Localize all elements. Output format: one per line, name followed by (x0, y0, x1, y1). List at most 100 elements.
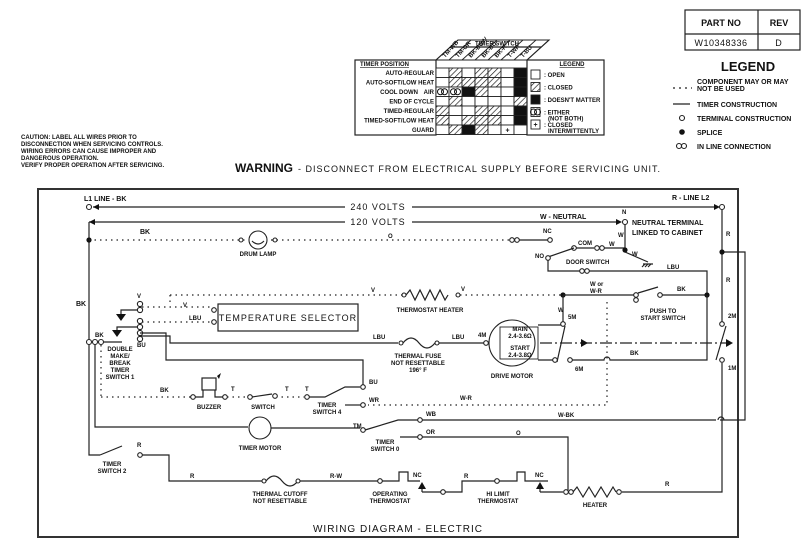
chart-legend-text-2: INTERMITTENTLY (548, 129, 599, 135)
caution-line: DISCONNECTION WHEN SERVICING CONTROLS. (21, 142, 163, 148)
bk-label: BK (95, 333, 104, 339)
cell-open (500, 115, 515, 126)
cell-open (435, 77, 450, 88)
thermal-cutoff-label: THERMAL CUTOFF (252, 492, 307, 498)
t-label: T (285, 387, 289, 393)
hi-limit-label: HI LIMIT (486, 492, 510, 498)
cell-open (461, 96, 476, 107)
push-to-start-label-2: START SWITCH (641, 316, 686, 322)
heater-icon (572, 485, 617, 499)
cell-closed (461, 115, 476, 126)
timer-switch-0 (364, 419, 418, 438)
caution-line: WIRING ERRORS CAN CAUSE IMPROPER AND (21, 149, 157, 155)
timer-switch-1-label-5: SWITCH 1 (106, 375, 135, 381)
cell-closed (474, 115, 489, 126)
timer-row-label: AUTO-SOFT/LOW HEAT (366, 81, 434, 87)
buzzer: BUZZER (190, 373, 228, 411)
chart-legend-title: LEGEND (559, 62, 585, 68)
cell-open (448, 105, 463, 116)
w-r-label: W-R (460, 396, 473, 402)
cell-closed (487, 77, 502, 88)
t-label: T (305, 387, 309, 393)
lbu-label: LBU (452, 335, 464, 341)
drum-lamp-icon (248, 230, 268, 250)
cell-dont_care (513, 67, 528, 78)
drum-lamp-label: DRUM LAMP (240, 252, 277, 258)
l1-label: L1 LINE - BK (84, 196, 126, 203)
cell-open (500, 77, 515, 88)
thermal-cutoff-label-2: NOT RESETTABLE (253, 499, 307, 505)
legend-item-inline: IN LINE CONNECTION (697, 144, 771, 151)
cell-dont_care (530, 94, 541, 105)
r-label: R (137, 443, 142, 449)
cell-closed (474, 86, 489, 97)
neutral-terminal (621, 218, 629, 226)
cell-open (500, 105, 515, 116)
cell-closed (530, 82, 541, 92)
w-label: W (609, 242, 615, 248)
nc-label: NC (535, 473, 544, 479)
timer-switch-0-label-2: SWITCH 0 (371, 447, 400, 453)
cell-open (500, 67, 515, 78)
w-label: W (558, 308, 564, 314)
timer-switch-0-label: TIMER (376, 440, 395, 446)
timer-switch-chart: TIMER POSITION TIMER SWITCH TM-WBTM-ORBK… (354, 36, 605, 136)
svg-text:+: + (505, 128, 509, 135)
w-bk-label: W-BK (558, 413, 575, 419)
cell-closed (474, 77, 489, 88)
bu-label: BU (137, 343, 146, 349)
wiring: L1 LINE - BK 240 VOLTS R - LINE L2 120 V… (76, 195, 746, 509)
cell-open (500, 96, 515, 107)
caution-line: CAUTION: LABEL ALL WIRES PRIOR TO (21, 135, 137, 141)
timer-row-label: END OF CYCLE (389, 100, 434, 106)
thermostat-heater-icon (405, 288, 449, 302)
cell-open (500, 86, 515, 97)
timer-switch-2-label: TIMER (103, 462, 122, 468)
caution-line: DANGEROUS OPERATION. (21, 156, 99, 162)
motor-main-label: MAIN (512, 327, 527, 333)
ground-arrow-icon (112, 330, 122, 337)
chart-legend-text-2: (NOT BOTH) (548, 117, 583, 123)
cell-open (435, 67, 450, 78)
timer-row-label: TIMED-SOFT/LOW HEAT (364, 119, 434, 125)
cell-closed (474, 124, 489, 135)
timer-switch-4 (309, 386, 360, 398)
w-or-wr-label: W or (590, 282, 604, 288)
timer-row-label: TIMED-REGULAR (384, 109, 435, 115)
timer-switch-4-label-2: SWITCH 4 (313, 410, 342, 416)
w-label: W (632, 252, 638, 258)
warning-text: - DISCONNECT FROM ELECTRICAL SUPPLY BEFO… (298, 164, 661, 174)
timer-row-label: GUARD (412, 128, 435, 134)
t-label: T (231, 387, 235, 393)
part-number-table: PART NO REV W10348336 D (684, 9, 801, 51)
bk-label: BK (76, 301, 86, 308)
thermal-cutoff-icon (265, 475, 299, 487)
cell-dont_care (461, 124, 476, 135)
hi-limit-label-2: THERMOSTAT (478, 499, 519, 505)
motor-main-ohm: 2.4-3.6Ω (508, 334, 532, 340)
ground-arrow-icon (116, 314, 126, 321)
timer-switch-1-label: DOUBLE (107, 347, 132, 353)
bk-label: BK (677, 287, 686, 293)
heater-label: HEATER (583, 503, 608, 509)
n-label: N (622, 210, 626, 216)
thermostat-heater-label: THERMOSTAT HEATER (397, 308, 464, 314)
svg-text:+: + (533, 122, 537, 129)
drive-motor: W 5M MAIN 2.4-3.6Ω START 2.4-3.8Ω 4M 6M … (478, 295, 583, 380)
6m-label: 6M (575, 367, 583, 373)
hi-limit-thermostat: NC HI LIMIT THERMOSTAT (478, 471, 563, 505)
4m-label: 4M (478, 333, 486, 339)
timer-switch-2 (99, 445, 123, 456)
2m-label: 2M (728, 314, 736, 320)
r-w-label: R-W (330, 474, 342, 480)
terminal-symbol-icon (678, 114, 686, 122)
timer-position-header: TIMER POSITION (360, 62, 409, 68)
cell-open (461, 67, 476, 78)
operating-thermostat-label-2: THERMOSTAT (370, 499, 411, 505)
r-label: R (726, 278, 731, 284)
cell-closed (474, 105, 489, 116)
rev-value: D (775, 38, 783, 48)
neutral-terminal-label-2: LINKED TO CABINET (632, 230, 703, 237)
push-to-start-switch: BK PUSH TO START SWITCH (633, 286, 686, 322)
timer-switch-1-label-3: BREAK (109, 361, 131, 367)
